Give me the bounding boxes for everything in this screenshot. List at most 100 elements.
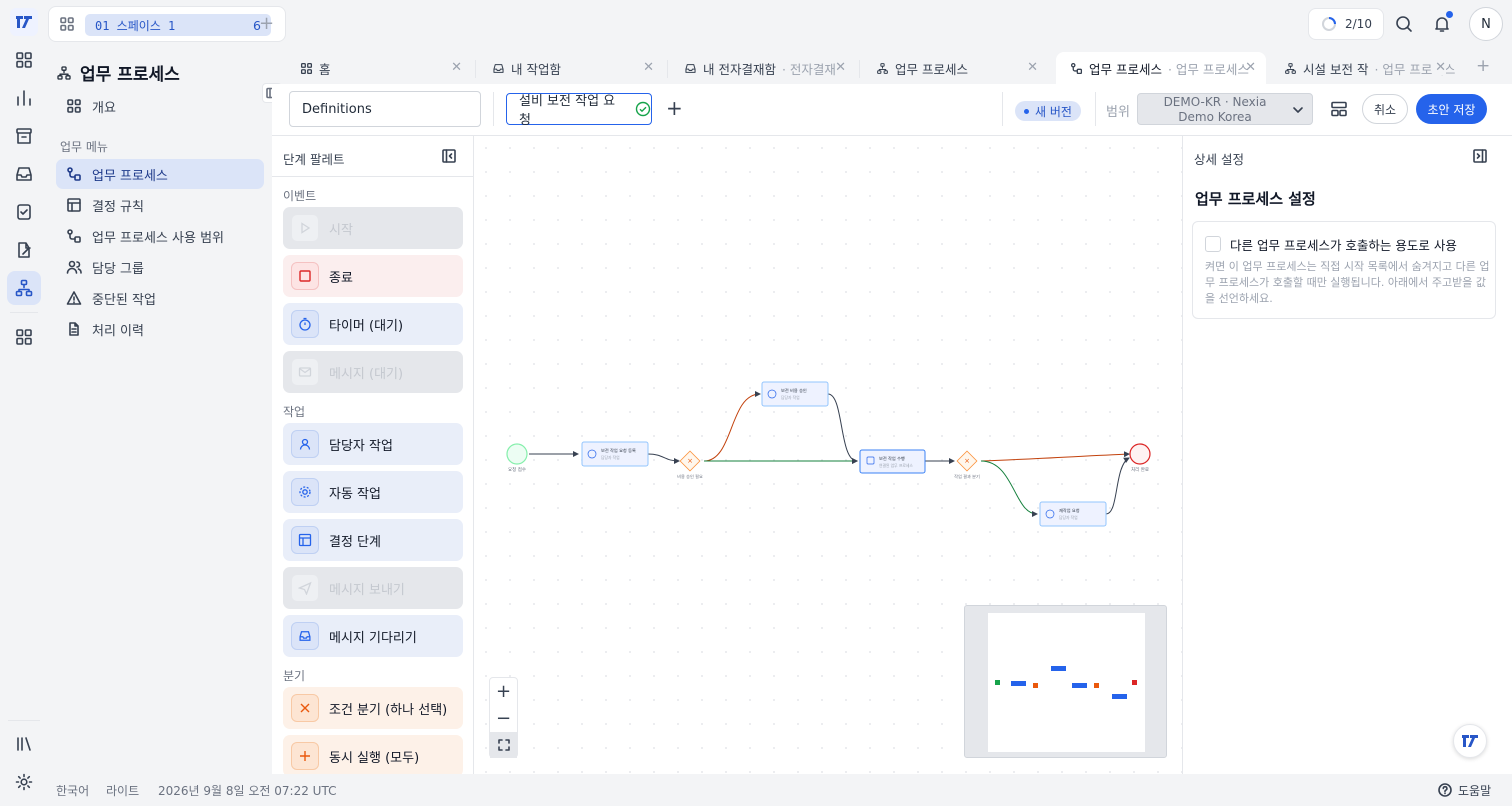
sidebar-item-process[interactable]: 업무 프로세스 <box>56 159 264 189</box>
palette-item-decision[interactable]: 결정 단계 <box>283 519 463 561</box>
sidebar-item-history[interactable]: 처리 이력 <box>56 314 264 344</box>
fit-view-icon[interactable] <box>490 732 517 758</box>
library-icon[interactable] <box>7 727 41 761</box>
toolbar-divider <box>1002 92 1003 126</box>
palette-item-auto-task[interactable]: 자동 작업 <box>283 471 463 513</box>
flow-icon <box>1070 62 1083 74</box>
close-icon[interactable]: ✕ <box>643 60 654 75</box>
space-label: 01 스페이스 1 <box>95 18 176 33</box>
user-avatar[interactable]: N <box>1469 7 1503 41</box>
more-apps-icon[interactable] <box>7 320 41 354</box>
close-icon[interactable]: ✕ <box>835 60 846 75</box>
close-icon[interactable]: ✕ <box>1432 60 1446 75</box>
progress-indicator[interactable]: 2/10 <box>1308 8 1384 40</box>
palette-item-end[interactable]: 종료 <box>283 255 463 297</box>
task-rework-title: 재작업 요청 <box>1059 507 1080 514</box>
tab-label: 시설 보전 작 <box>1303 61 1369 77</box>
process-name: 설비 보전 작업 요청 <box>519 94 616 128</box>
palette-item-message-wait[interactable]: 메시지 (대기) <box>283 351 463 393</box>
save-draft-button[interactable]: 초안 저장 <box>1416 94 1487 124</box>
tab-approvals[interactable]: 내 전자결재함 · 전자결재 ✕ <box>670 52 856 84</box>
toolbar-divider <box>493 92 494 126</box>
checkbox-label: 다른 업무 프로세스가 호출하는 용도로 사용 <box>1230 238 1457 253</box>
task-register-sub: 담당자 작업 <box>601 455 620 460</box>
tab-process-editor[interactable]: 업무 프로세스 · 업무 프로세스 ✕ <box>1056 52 1266 84</box>
new-tab-button[interactable]: + <box>1476 56 1490 76</box>
spinner-icon <box>1322 17 1336 31</box>
tab-bar: 홈 ✕ 내 작업함 ✕ 내 전자결재함 · 전자결재 ✕ 업무 프로세스 ✕ 업… <box>272 48 1512 84</box>
status-bar: 한국어 라이트 2026년 9월 8일 오전 07:22 UTC 도움말 <box>48 774 1512 806</box>
settings-gear-icon[interactable] <box>7 765 41 799</box>
palette-item-label: 담당자 작업 <box>329 438 393 454</box>
tab-home[interactable]: 홈 ✕ <box>286 52 472 84</box>
palette-item-parallel-gateway[interactable]: 동시 실행 (모두) <box>283 735 463 774</box>
sidebar-item-decision-rules[interactable]: 결정 규칙 <box>56 190 264 220</box>
task-execute-title: 보전 작업 수행 <box>879 455 905 462</box>
inbox-icon[interactable] <box>7 157 41 191</box>
add-space-button[interactable]: + <box>259 15 274 33</box>
flow-edge <box>980 451 1130 462</box>
palette-item-exclusive-gateway[interactable]: 조건 분기 (하나 선택) <box>283 687 463 729</box>
scope-value-line1: DEMO-KR · Nexia <box>1163 95 1267 109</box>
collapse-left-icon[interactable] <box>442 149 456 163</box>
sidebar-item-stopped[interactable]: 중단된 작업 <box>56 283 264 313</box>
analytics-icon[interactable] <box>7 81 41 115</box>
palette-item-send-message[interactable]: 메시지 보내기 <box>283 567 463 609</box>
process-flow-icon[interactable] <box>7 271 41 305</box>
call-activity-checkbox[interactable] <box>1205 236 1221 252</box>
theme-selector[interactable]: 라이트 <box>106 782 139 799</box>
process-flow-icon <box>57 65 71 80</box>
layout-icon[interactable] <box>1330 100 1348 118</box>
definitions-field[interactable]: Definitions <box>289 91 481 127</box>
flow-icon <box>67 229 81 243</box>
minimap[interactable] <box>964 605 1167 758</box>
sidebar-item-scope[interactable]: 업무 프로세스 사용 범위 <box>56 221 264 251</box>
scope-select[interactable]: DEMO-KR · Nexia Demo Korea <box>1137 93 1313 125</box>
close-icon[interactable]: ✕ <box>1245 60 1256 75</box>
send-icon <box>291 574 319 602</box>
palette-section-events: 이벤트 <box>283 189 317 203</box>
document-edit-icon[interactable] <box>7 233 41 267</box>
tab-facility-process[interactable]: 시설 보전 작 · 업무 프로세스 ✕ <box>1270 52 1456 84</box>
collapse-right-icon[interactable] <box>1473 149 1487 163</box>
rail-divider <box>8 720 40 721</box>
close-icon[interactable]: ✕ <box>451 60 462 75</box>
task-approve-sub: 담당자 작업 <box>781 395 800 400</box>
space-switcher[interactable]: 01 스페이스 1 6 + <box>48 6 286 42</box>
palette-item-start[interactable]: 시작 <box>283 207 463 249</box>
zoom-out-button[interactable]: − <box>490 705 517 731</box>
cancel-button[interactable]: 취소 <box>1362 94 1408 124</box>
apps-grid-icon[interactable] <box>7 43 41 77</box>
add-process-button[interactable]: + <box>666 96 683 120</box>
tab-my-tasks[interactable]: 내 작업함 ✕ <box>478 52 664 84</box>
flow-edge <box>827 393 858 464</box>
tab-label: 홈 <box>319 61 331 77</box>
tab-divider <box>667 60 668 78</box>
language-selector[interactable]: 한국어 <box>56 782 89 799</box>
task-check-icon[interactable] <box>7 195 41 229</box>
assistant-launcher[interactable] <box>1453 724 1487 758</box>
sidebar-item-groups[interactable]: 담당 그룹 <box>56 252 264 282</box>
process-name-tab[interactable]: 설비 보전 작업 요청 <box>506 93 652 128</box>
process-flow-icon <box>877 62 888 74</box>
table-icon <box>67 198 81 212</box>
help-link[interactable]: 도움말 <box>1438 782 1491 799</box>
palette-item-timer[interactable]: 타이머 (대기) <box>283 303 463 345</box>
search-icon[interactable] <box>1394 14 1414 34</box>
x-icon: × <box>687 457 693 465</box>
process-canvas[interactable]: 요청 접수 보전 작업 요청 등록 담당자 작업 × 비용 승인 필요 보전 비… <box>474 136 1182 774</box>
archive-icon[interactable] <box>7 119 41 153</box>
details-heading: 업무 프로세스 설정 <box>1195 190 1316 208</box>
sidebar-item-overview[interactable]: 개요 <box>56 91 264 121</box>
bell-icon[interactable] <box>1432 11 1453 34</box>
close-icon[interactable]: ✕ <box>1027 60 1038 75</box>
tab-process-list[interactable]: 업무 프로세스 ✕ <box>862 52 1048 84</box>
x-icon <box>291 694 319 722</box>
task-rework-sub: 담당자 작업 <box>1059 515 1078 520</box>
zoom-in-button[interactable]: + <box>490 678 517 704</box>
palette-item-user-task[interactable]: 담당자 작업 <box>283 423 463 465</box>
app-logo[interactable] <box>10 8 38 36</box>
palette-item-wait-message[interactable]: 메시지 기다리기 <box>283 615 463 657</box>
sidebar-item-label: 업무 프로세스 사용 범위 <box>92 230 224 246</box>
space-pill[interactable]: 01 스페이스 1 6 <box>85 14 271 36</box>
